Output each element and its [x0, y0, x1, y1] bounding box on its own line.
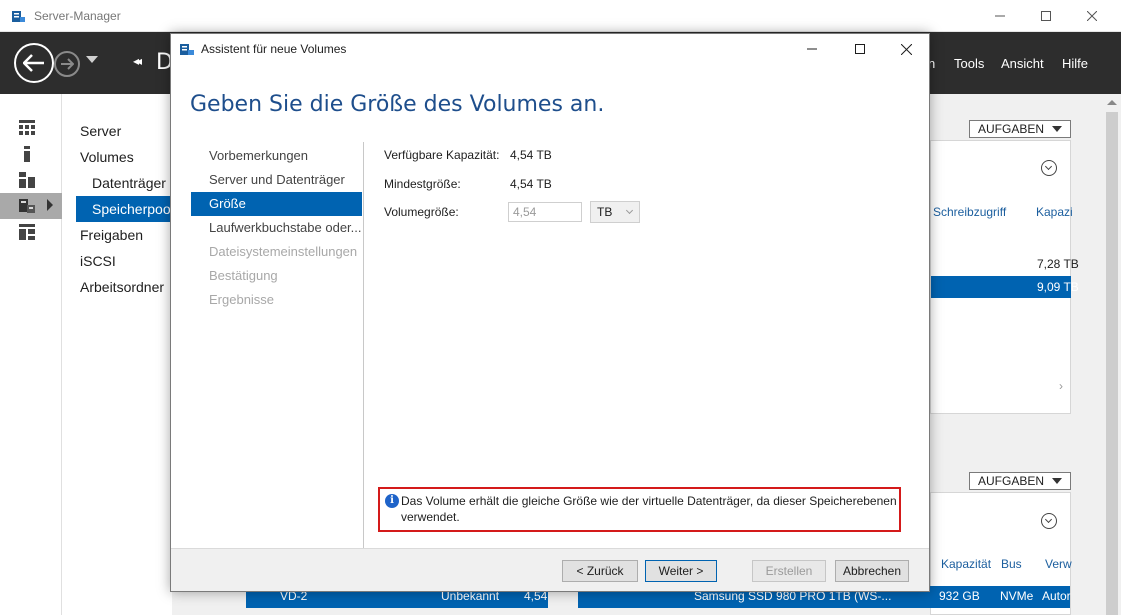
nav-item-storage-pools[interactable]: Speicherpoo — [92, 201, 171, 217]
wizard-maximize-button[interactable] — [837, 34, 883, 64]
available-capacity-value: 4,54 TB — [510, 148, 552, 162]
tasks-label: AUFGABEN — [978, 474, 1045, 488]
file-storage-nav[interactable] — [0, 193, 62, 219]
step-size[interactable]: Größe — [191, 192, 362, 216]
nav-item-shares[interactable]: Freigaben — [80, 227, 143, 243]
history-dropdown-icon[interactable] — [86, 56, 98, 63]
nav-item-server[interactable]: Server — [80, 123, 121, 139]
step-file-system-settings: Dateisystemeinstellungen — [209, 244, 358, 259]
wizard-title: Assistent für neue Volumes — [201, 42, 347, 56]
virtual-disks-panel: Schreibzugriff Kapazi 7,28 TB 9,09 TB › — [930, 140, 1079, 414]
info-text: Das Volume erhält die gleiche Größe wie … — [401, 494, 897, 524]
close-icon — [900, 43, 912, 55]
wizard-minimize-button[interactable] — [789, 34, 835, 64]
nav-item-iscsi[interactable]: iSCSI — [80, 253, 116, 269]
tasks-button-lower[interactable]: AUFGABEN — [969, 472, 1071, 490]
server-icon — [24, 146, 30, 162]
nav-item-disks[interactable]: Datenträger — [92, 175, 166, 191]
volume-size-input[interactable]: 4,54 — [508, 202, 582, 222]
step-results: Ergebnisse — [209, 292, 275, 307]
window-title: Server-Manager — [34, 9, 121, 23]
storage-icon — [19, 199, 35, 213]
column-header-capacity[interactable]: Kapazi — [1036, 205, 1073, 219]
wizard-body: Geben Sie die Größe des Volumes an. Vorb… — [171, 64, 929, 558]
servers-icon — [19, 172, 35, 188]
close-button[interactable] — [1069, 0, 1115, 32]
tasks-label: AUFGABEN — [978, 122, 1045, 136]
scroll-up-icon[interactable] — [1107, 100, 1117, 105]
all-servers-nav[interactable] — [0, 167, 62, 193]
arrow-left-icon — [23, 54, 44, 72]
expand-chevron-icon[interactable] — [1041, 513, 1057, 529]
column-header-write-access[interactable]: Schreibzugriff — [933, 205, 1006, 219]
menu-tools[interactable]: Tools — [954, 56, 984, 71]
step-confirmation: Bestätigung — [209, 268, 278, 283]
maximize-icon — [855, 44, 865, 54]
minimize-icon — [807, 48, 817, 50]
server-manager-icon — [12, 11, 25, 22]
info-icon: i — [385, 494, 399, 508]
minimum-size-label: Mindestgröße: — [384, 177, 461, 191]
scroll-right-icon[interactable]: › — [1059, 379, 1063, 393]
table-row-selected[interactable]: 9,09 TB — [931, 276, 1079, 298]
dashboard-nav[interactable] — [0, 115, 62, 141]
wizard-close-button[interactable] — [883, 34, 929, 64]
column-header-capacity[interactable]: Kapazität — [941, 557, 991, 571]
tasks-button-upper[interactable]: AUFGABEN — [969, 120, 1071, 138]
vertical-scrollbar[interactable] — [1103, 94, 1121, 615]
create-button[interactable]: Erstellen — [752, 560, 826, 582]
dashboard-icon — [19, 120, 35, 135]
next-button[interactable]: Weiter > — [645, 560, 717, 582]
volume-size-label: Volumegröße: — [384, 205, 459, 219]
caret-right-icon — [47, 199, 53, 211]
nav-item-work-folders[interactable]: Arbeitsordner — [80, 279, 164, 295]
icon-bar — [0, 94, 62, 615]
back-button[interactable] — [14, 43, 54, 83]
menu-help[interactable]: Hilfe — [1062, 56, 1088, 71]
expand-chevron-icon[interactable] — [1041, 160, 1057, 176]
step-prerequisites[interactable]: Vorbemerkungen — [191, 144, 362, 168]
wizard-footer: < Zurück Weiter > Erstellen Abbrechen — [171, 548, 929, 591]
roles-icon — [19, 224, 35, 240]
step-drive-letter[interactable]: Laufwerkbuchstabe oder... — [191, 216, 362, 240]
steps-divider — [363, 142, 364, 558]
maximize-button[interactable] — [1023, 0, 1069, 32]
menu-view[interactable]: Ansicht — [1001, 56, 1044, 71]
cancel-button[interactable]: Abbrechen — [835, 560, 909, 582]
step-server-and-disk[interactable]: Server und Datenträger — [191, 168, 362, 192]
minimum-size-value: 4,54 TB — [510, 177, 552, 191]
table-cell-bus: NVMe — [1000, 589, 1034, 603]
wizard-icon — [180, 44, 194, 55]
forward-button[interactable] — [54, 51, 80, 77]
minimize-button[interactable] — [977, 0, 1023, 32]
size-unit-select[interactable]: TB — [590, 201, 640, 223]
scrollbar-thumb[interactable] — [1106, 112, 1118, 615]
minimize-icon — [995, 15, 1005, 17]
table-cell-capacity: 932 GB — [939, 589, 980, 603]
table-cell-capacity: 7,28 TB — [1037, 257, 1079, 271]
column-header-bus[interactable]: Bus — [1001, 557, 1022, 571]
server-manager-titlebar: Server-Manager — [0, 0, 1121, 32]
nav-item-volumes[interactable]: Volumes — [80, 149, 134, 165]
info-message: i Das Volume erhält die gleiche Größe wi… — [378, 487, 901, 532]
page-title: Geben Sie die Größe des Volumes an. — [190, 92, 605, 117]
table-cell-usage: Autor — [1042, 589, 1071, 603]
size-unit-value: TB — [597, 205, 613, 219]
maximize-icon — [1041, 11, 1051, 21]
navigation-pane: Server Volumes Datenträger Speicherpoo F… — [62, 94, 172, 615]
table-cell-capacity: 9,09 TB — [1037, 280, 1079, 294]
chevron-down-icon — [1052, 126, 1062, 132]
wizard-titlebar: Assistent für neue Volumes — [171, 34, 929, 64]
chevron-down-icon — [1052, 478, 1062, 484]
local-server-nav[interactable] — [0, 141, 62, 167]
arrow-right-icon — [61, 58, 74, 70]
close-icon — [1087, 11, 1097, 21]
available-capacity-label: Verfügbare Kapazität: — [384, 148, 500, 162]
back-button[interactable]: < Zurück — [562, 560, 638, 582]
column-header-usage[interactable]: Verw — [1045, 557, 1072, 571]
breadcrumb-chevron-icon: ◂◂ — [133, 54, 142, 68]
new-volume-wizard: Assistent für neue Volumes Geben Sie die… — [170, 33, 930, 592]
chevron-down-icon — [625, 206, 634, 215]
roles-nav[interactable] — [0, 219, 62, 245]
